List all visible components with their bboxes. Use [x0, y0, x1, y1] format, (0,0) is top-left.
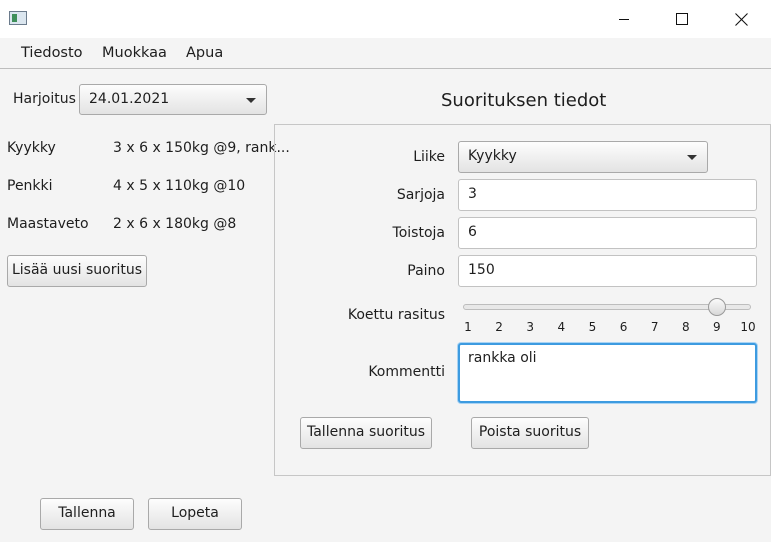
- close-button[interactable]: [718, 0, 764, 38]
- exercise-name[interactable]: Kyykky: [7, 140, 56, 156]
- rpe-label: Koettu rasitus: [347, 307, 445, 323]
- app-icon: [9, 11, 27, 25]
- sets-label: Sarjoja: [396, 187, 445, 203]
- menu-bar: Tiedosto Muokkaa Apua: [0, 38, 771, 69]
- rpe-tick-label: 7: [650, 320, 659, 334]
- lift-label: Liike: [413, 149, 445, 165]
- minimize-button[interactable]: [601, 0, 647, 38]
- menu-tiedosto[interactable]: Tiedosto: [10, 38, 94, 68]
- comment-label: Kommentti: [368, 364, 445, 380]
- add-exercise-button[interactable]: Lisää uusi suoritus: [7, 255, 147, 287]
- menu-muokkaa[interactable]: Muokkaa: [91, 38, 178, 68]
- weight-label: Paino: [407, 263, 445, 279]
- rpe-tick-label: 9: [713, 320, 721, 334]
- rpe-tick-label: 1: [464, 320, 472, 334]
- reps-label: Toistoja: [392, 225, 445, 241]
- exercise-name[interactable]: Penkki: [7, 178, 53, 194]
- workout-combo[interactable]: 24.01.2021: [79, 84, 267, 115]
- maximize-icon: [676, 13, 688, 25]
- weight-field[interactable]: 150: [458, 255, 757, 287]
- lift-combo[interactable]: Kyykky: [458, 141, 708, 173]
- comment-textarea[interactable]: rankka oli: [458, 343, 757, 403]
- rpe-tick-label: 4: [557, 320, 566, 334]
- quit-button[interactable]: Lopeta: [148, 498, 242, 530]
- save-exercise-button[interactable]: Tallenna suoritus: [300, 417, 432, 449]
- minimize-icon: [619, 19, 629, 20]
- lift-combo-value: Kyykky: [468, 148, 517, 164]
- save-button[interactable]: Tallenna: [40, 498, 134, 530]
- rpe-tick-label: 2: [495, 320, 503, 334]
- exercise-summary[interactable]: 2 x 6 x 180kg @8: [113, 216, 236, 232]
- workout-label: Harjoitus: [13, 91, 76, 107]
- exercise-summary[interactable]: 3 x 6 x 150kg @9, rank...: [113, 140, 290, 156]
- sets-field[interactable]: 3: [458, 179, 757, 211]
- rpe-tick-label: 10: [740, 320, 756, 334]
- exercise-name[interactable]: Maastaveto: [7, 216, 89, 232]
- delete-exercise-button[interactable]: Poista suoritus: [471, 417, 589, 449]
- close-icon: [734, 12, 748, 26]
- rpe-tick-label: 3: [526, 320, 535, 334]
- chevron-down-icon: [687, 155, 697, 160]
- rpe-tick-label: 8: [681, 320, 690, 334]
- maximize-button[interactable]: [659, 0, 705, 38]
- menu-apua[interactable]: Apua: [175, 38, 234, 68]
- reps-field[interactable]: 6: [458, 217, 757, 249]
- rpe-slider-thumb[interactable]: [707, 298, 726, 316]
- exercise-summary[interactable]: 4 x 5 x 110kg @10: [113, 178, 245, 194]
- title-bar: [0, 0, 771, 38]
- chevron-down-icon: [246, 98, 256, 103]
- details-title: Suorituksen tiedot: [441, 90, 607, 111]
- rpe-tick-label: 6: [619, 320, 628, 334]
- rpe-tick-label: 5: [588, 320, 597, 334]
- workout-combo-value: 24.01.2021: [89, 91, 170, 107]
